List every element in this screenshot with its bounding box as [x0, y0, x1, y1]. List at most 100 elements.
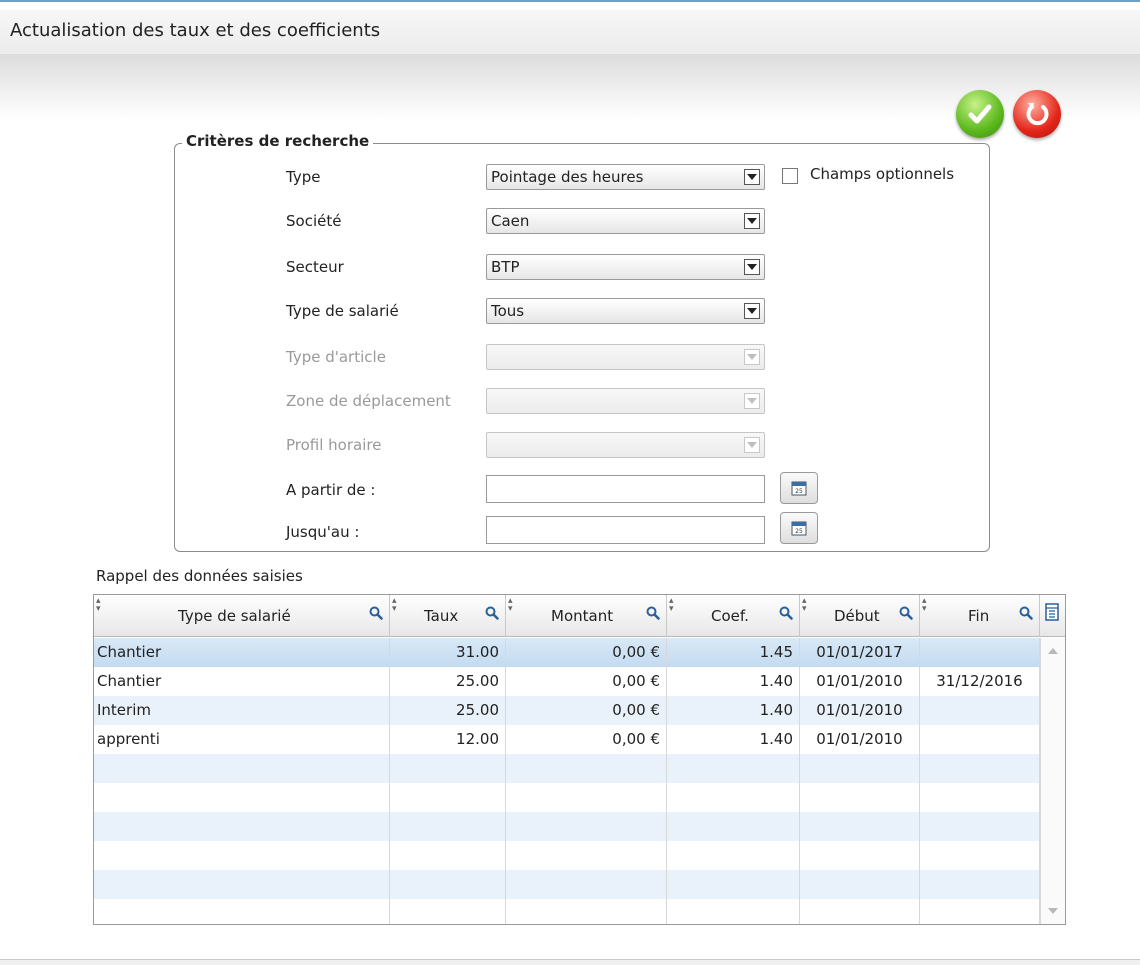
- scroll-down-icon[interactable]: [1048, 908, 1058, 914]
- bottom-border: [0, 959, 1140, 965]
- sort-icon[interactable]: ▴ ▾: [669, 597, 674, 614]
- column-header-taux[interactable]: ▴ ▾ Taux: [390, 595, 506, 637]
- column-chooser-icon[interactable]: [1045, 603, 1059, 621]
- cell-coef: 1.40: [667, 696, 800, 725]
- table-row[interactable]: Chantier 31.00 0,00 € 1.45 01/01/2017: [94, 638, 1040, 667]
- type-select-value: Pointage des heures: [491, 168, 644, 186]
- cell-montant: 0,00 €: [506, 725, 667, 754]
- to-date-field[interactable]: [486, 516, 765, 544]
- chevron-down-icon: [744, 437, 760, 453]
- svg-text:25: 25: [795, 528, 803, 535]
- chevron-down-icon[interactable]: [744, 213, 760, 229]
- scroll-up-icon[interactable]: [1048, 648, 1058, 654]
- chevron-down-icon[interactable]: [744, 259, 760, 275]
- cell-coef: 1.40: [667, 725, 800, 754]
- cell-taux: 12.00: [390, 725, 506, 754]
- column-header-montant[interactable]: ▴ ▾ Montant: [506, 595, 667, 637]
- societe-select-value: Caen: [491, 212, 530, 230]
- cell-type: Chantier: [94, 638, 390, 667]
- cell-coef: 1.45: [667, 638, 800, 667]
- cell-type: apprenti: [94, 725, 390, 754]
- column-header-label: Début: [834, 607, 880, 625]
- cell-taux: 31.00: [390, 638, 506, 667]
- empty-row: [94, 870, 1040, 899]
- chevron-down-icon: [744, 393, 760, 409]
- cell-fin: [920, 725, 1040, 754]
- checkmark-icon: [968, 104, 992, 124]
- from-calendar-button[interactable]: 25: [780, 472, 818, 504]
- type-select[interactable]: Pointage des heures: [486, 164, 765, 190]
- zone-label: Zone de déplacement: [286, 392, 451, 410]
- cell-montant: 0,00 €: [506, 667, 667, 696]
- validate-button[interactable]: [956, 90, 1004, 138]
- cell-debut: 01/01/2010: [800, 667, 920, 696]
- type-article-select: [486, 344, 765, 370]
- table-row[interactable]: Interim 25.00 0,00 € 1.40 01/01/2010: [94, 696, 1040, 725]
- secteur-select[interactable]: BTP: [486, 254, 765, 280]
- search-icon[interactable]: [485, 606, 499, 620]
- column-header-debut[interactable]: ▴ ▾ Début: [800, 595, 920, 637]
- search-criteria-legend: Critères de recherche: [182, 132, 374, 150]
- table-row[interactable]: Chantier 25.00 0,00 € 1.40 01/01/2010 31…: [94, 667, 1040, 696]
- cell-type: Interim: [94, 696, 390, 725]
- type-article-label: Type d'article: [286, 348, 386, 366]
- type-salarie-label: Type de salarié: [286, 302, 399, 320]
- empty-row: [94, 812, 1040, 841]
- data-grid: ▴ ▾ Type de salarié ▴ ▾ Taux ▴ ▾ Montant ▴ ▾…: [93, 594, 1066, 925]
- search-icon[interactable]: [1019, 606, 1033, 620]
- main-window: Actualisation des taux et des coefficien…: [0, 0, 1140, 965]
- cell-fin: [920, 638, 1040, 667]
- empty-row: [94, 783, 1040, 812]
- column-header-label: Fin: [968, 607, 990, 625]
- empty-row: [94, 841, 1040, 870]
- vertical-scrollbar[interactable]: [1040, 638, 1065, 924]
- sort-icon[interactable]: ▴ ▾: [392, 597, 397, 614]
- svg-text:25: 25: [795, 488, 803, 495]
- table-row[interactable]: apprenti 12.00 0,00 € 1.40 01/01/2010: [94, 725, 1040, 754]
- profil-label: Profil horaire: [286, 436, 382, 454]
- cell-fin: 31/12/2016: [920, 667, 1040, 696]
- search-icon[interactable]: [369, 606, 383, 620]
- cell-montant: 0,00 €: [506, 696, 667, 725]
- cancel-button[interactable]: [1013, 90, 1061, 138]
- cell-debut: 01/01/2010: [800, 725, 920, 754]
- profil-select: [486, 432, 765, 458]
- empty-row: [94, 899, 1040, 924]
- column-header-coef[interactable]: ▴ ▾ Coef.: [667, 595, 800, 637]
- cell-fin: [920, 696, 1040, 725]
- cell-montant: 0,00 €: [506, 638, 667, 667]
- societe-select[interactable]: Caen: [486, 208, 765, 234]
- to-calendar-button[interactable]: 25: [780, 512, 818, 544]
- grid-header: ▴ ▾ Type de salarié ▴ ▾ Taux ▴ ▾ Montant ▴ ▾…: [94, 595, 1065, 637]
- search-icon[interactable]: [899, 606, 913, 620]
- chevron-down-icon[interactable]: [744, 169, 760, 185]
- sort-icon[interactable]: ▴ ▾: [922, 597, 927, 614]
- zone-select: [486, 388, 765, 414]
- cell-taux: 25.00: [390, 696, 506, 725]
- secteur-label: Secteur: [286, 258, 344, 276]
- sort-icon[interactable]: ▴ ▾: [508, 597, 513, 614]
- cell-taux: 25.00: [390, 667, 506, 696]
- type-salarie-select[interactable]: Tous: [486, 298, 765, 324]
- type-salarie-select-value: Tous: [491, 302, 525, 320]
- column-header-type[interactable]: ▴ ▾ Type de salarié: [94, 595, 390, 637]
- title-bar: Actualisation des taux et des coefficien…: [0, 10, 1140, 54]
- cell-debut: 01/01/2017: [800, 638, 920, 667]
- chevron-down-icon[interactable]: [744, 303, 760, 319]
- undo-icon: [1026, 103, 1049, 126]
- sort-icon[interactable]: ▴ ▾: [802, 597, 807, 614]
- optional-fields-checkbox[interactable]: [782, 168, 798, 184]
- cell-coef: 1.40: [667, 667, 800, 696]
- secteur-select-value: BTP: [491, 258, 520, 276]
- cell-debut: 01/01/2010: [800, 696, 920, 725]
- cell-type: Chantier: [94, 667, 390, 696]
- calendar-icon: 25: [791, 521, 807, 536]
- from-date-field[interactable]: [486, 475, 765, 503]
- window-title: Actualisation des taux et des coefficien…: [10, 20, 381, 41]
- search-icon[interactable]: [646, 606, 660, 620]
- calendar-icon: 25: [791, 481, 807, 496]
- search-icon[interactable]: [779, 606, 793, 620]
- column-header-label: Taux: [424, 607, 459, 625]
- sort-icon[interactable]: ▴ ▾: [96, 597, 101, 614]
- column-header-fin[interactable]: ▴ ▾ Fin: [920, 595, 1040, 637]
